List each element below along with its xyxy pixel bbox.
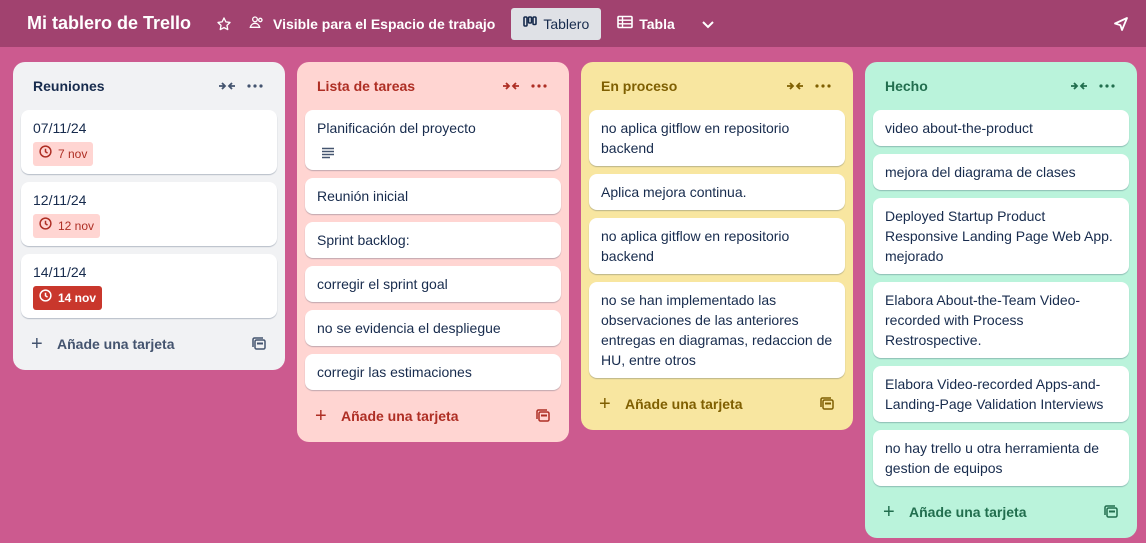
collapse-icon[interactable] [213, 72, 241, 100]
view-board-button[interactable]: Tablero [511, 7, 602, 40]
plus-icon: + [599, 393, 611, 415]
star-icon[interactable] [211, 9, 237, 39]
board-header: Mi tablero de Trello Visible para el Esp… [0, 0, 1146, 47]
template-icon[interactable] [533, 406, 553, 426]
card-title: no hay trello u otra herramienta de gest… [885, 440, 1100, 476]
card-title: mejora del diagrama de clases [885, 164, 1076, 180]
card[interactable]: Elabora Video-recorded Apps-and-Landing-… [873, 366, 1129, 422]
list-en-proceso: En proceso no aplica gitflow en reposito… [581, 62, 853, 430]
add-card-label: Añade una tarjeta [341, 408, 459, 424]
card-title: Planificación del proyecto [317, 120, 476, 136]
card-title: no aplica gitflow en repositorio backend [601, 228, 790, 264]
view-table-label: Tabla [639, 15, 675, 32]
card-title: corregir el sprint goal [317, 276, 448, 292]
description-icon [321, 144, 549, 162]
card[interactable]: Reunión inicial [305, 178, 561, 214]
due-date-label: 14 nov [58, 291, 97, 305]
collapse-icon[interactable] [497, 72, 525, 100]
visibility-button[interactable]: Visible para el Espacio de trabajo [249, 14, 495, 33]
board-icon [523, 15, 538, 32]
card-title: 07/11/24 [33, 120, 87, 136]
add-card-button[interactable]: + Añade una tarjeta [21, 326, 277, 362]
card-title: Elabora Video-recorded Apps-and-Landing-… [885, 376, 1104, 412]
plus-icon: + [315, 405, 327, 427]
more-icon[interactable] [1093, 72, 1121, 100]
card-title: no se han implementado las observaciones… [601, 292, 833, 368]
people-icon [249, 14, 265, 33]
card-title: no se evidencia el despliegue [317, 320, 501, 336]
table-icon [617, 15, 634, 32]
due-date-label: 12 nov [58, 219, 95, 233]
collapse-icon[interactable] [781, 72, 809, 100]
list-hecho: Hecho video about-the-product mejora del… [865, 62, 1137, 538]
due-date-badge[interactable]: 12 nov [33, 214, 101, 238]
card-title: Reunión inicial [317, 188, 409, 204]
card-title: Sprint backlog: [317, 232, 410, 248]
card[interactable]: no aplica gitflow en repositorio backend [589, 110, 845, 166]
list-header: En proceso [589, 62, 845, 110]
view-table-button[interactable]: Tabla [605, 8, 687, 40]
visibility-label: Visible para el Espacio de trabajo [273, 15, 496, 32]
card[interactable]: 12/11/24 12 nov [21, 182, 277, 246]
plus-icon: + [883, 501, 895, 523]
due-date-badge[interactable]: 7 nov [33, 142, 94, 166]
card-title: Deployed Startup Product Responsive Land… [885, 208, 1113, 264]
list-header: Hecho [873, 62, 1129, 110]
add-card-label: Añade una tarjeta [625, 396, 743, 412]
board-title[interactable]: Mi tablero de Trello [27, 13, 191, 34]
list-header: Lista de tareas [305, 62, 561, 110]
plus-icon: + [31, 333, 43, 355]
template-icon[interactable] [1101, 502, 1121, 522]
list-reuniones: Reuniones 07/11/24 7 nov 12/11/24 12 nov… [13, 62, 285, 370]
add-card-button[interactable]: + Añade una tarjeta [305, 398, 561, 434]
more-icon[interactable] [809, 72, 837, 100]
clock-icon [39, 216, 52, 236]
list-header: Reuniones [21, 62, 277, 110]
card[interactable]: no hay trello u otra herramienta de gest… [873, 430, 1129, 486]
add-card-button[interactable]: + Añade una tarjeta [873, 494, 1129, 530]
list-title[interactable]: Hecho [885, 78, 1065, 94]
chevron-down-icon[interactable] [695, 9, 721, 39]
list-title[interactable]: Reuniones [33, 78, 213, 94]
view-board-label: Tablero [543, 15, 590, 32]
card-title: Elabora About-the-Team Video-recorded wi… [885, 292, 1081, 348]
clock-icon [39, 288, 52, 308]
send-icon[interactable] [1108, 9, 1134, 39]
more-icon[interactable] [241, 72, 269, 100]
card[interactable]: Sprint backlog: [305, 222, 561, 258]
list-lista-de-tareas: Lista de tareas Planificación del proyec… [297, 62, 569, 442]
list-title[interactable]: Lista de tareas [317, 78, 497, 94]
card[interactable]: 14/11/24 14 nov [21, 254, 277, 318]
due-date-badge[interactable]: 14 nov [33, 286, 103, 310]
card[interactable]: no se han implementado las observaciones… [589, 282, 845, 378]
card[interactable]: no se evidencia el despliegue [305, 310, 561, 346]
card-title: Aplica mejora continua. [601, 184, 747, 200]
card[interactable]: Planificación del proyecto [305, 110, 561, 170]
add-card-button[interactable]: + Añade una tarjeta [589, 386, 845, 422]
card[interactable]: 07/11/24 7 nov [21, 110, 277, 174]
card-title: no aplica gitflow en repositorio backend [601, 120, 790, 156]
collapse-icon[interactable] [1065, 72, 1093, 100]
card[interactable]: corregir las estimaciones [305, 354, 561, 390]
template-icon[interactable] [249, 334, 269, 354]
card[interactable]: mejora del diagrama de clases [873, 154, 1129, 190]
card-title: video about-the-product [885, 120, 1033, 136]
card[interactable]: Elabora About-the-Team Video-recorded wi… [873, 282, 1129, 358]
template-icon[interactable] [817, 394, 837, 414]
card-title: 12/11/24 [33, 192, 87, 208]
card-title: 14/11/24 [33, 264, 87, 280]
card[interactable]: Deployed Startup Product Responsive Land… [873, 198, 1129, 274]
due-date-label: 7 nov [58, 147, 88, 161]
card-title: corregir las estimaciones [317, 364, 472, 380]
clock-icon [39, 144, 52, 164]
card[interactable]: video about-the-product [873, 110, 1129, 146]
more-icon[interactable] [525, 72, 553, 100]
add-card-label: Añade una tarjeta [57, 336, 175, 352]
card[interactable]: no aplica gitflow en repositorio backend [589, 218, 845, 274]
add-card-label: Añade una tarjeta [909, 504, 1027, 520]
card[interactable]: corregir el sprint goal [305, 266, 561, 302]
card[interactable]: Aplica mejora continua. [589, 174, 845, 210]
list-title[interactable]: En proceso [601, 78, 781, 94]
